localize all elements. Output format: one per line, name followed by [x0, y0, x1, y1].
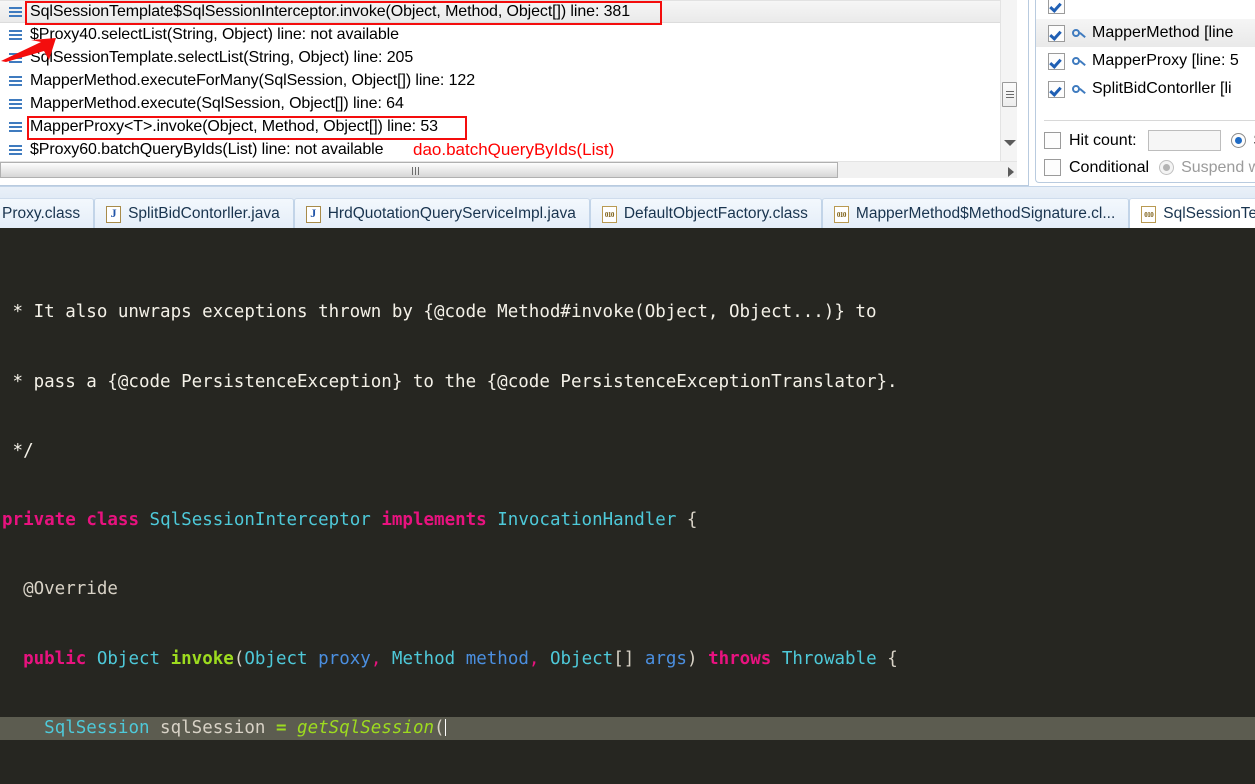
tab-label: SplitBidContorller.java: [128, 205, 280, 222]
suspend-thread-radio[interactable]: [1231, 133, 1247, 148]
code-line: */: [2, 440, 34, 461]
checkbox-icon[interactable]: [1048, 80, 1065, 98]
scroll-right-arrow-icon[interactable]: [1008, 167, 1014, 177]
breakpoint-label: SplitBidContorller [li: [1092, 80, 1232, 97]
tab-mappermethod-methodsignature-class[interactable]: MapperMethod$MethodSignature.cl...: [821, 198, 1130, 229]
suspend-when-radio[interactable]: [1159, 160, 1175, 175]
conditional-row: Conditional Suspend w: [1044, 154, 1255, 181]
stack-frame-icon: [8, 120, 23, 134]
hit-count-checkbox[interactable]: [1044, 132, 1061, 149]
tab-label: Proxy.class: [2, 205, 81, 222]
stack-vertical-scrollbar[interactable]: [1000, 0, 1017, 161]
class-file-icon: [833, 205, 849, 223]
stack-frame-label: MapperMethod.executeForMany(SqlSession, …: [30, 71, 475, 89]
scroll-down-arrow-icon[interactable]: [1004, 140, 1016, 146]
tab-strip: Proxy.class SplitBidContorller.java HrdQ…: [0, 198, 1255, 229]
breakpoints-panel: MapperMethod [line MapperProxy [line: 5 …: [1035, 0, 1255, 183]
tab-label: SqlSessionTemplat: [1163, 205, 1255, 222]
tab-defaultobjectfactory-class[interactable]: DefaultObjectFactory.class: [589, 198, 822, 229]
breakpoint-row[interactable]: SplitBidContorller [li: [1036, 75, 1255, 103]
hit-count-label: Hit count:: [1069, 131, 1137, 149]
stack-frame-label: MapperProxy<T>.invoke(Object, Method, Ob…: [30, 117, 438, 135]
top-panels: SqlSessionTemplate$SqlSessionInterceptor…: [0, 0, 1255, 186]
code-line: * It also unwraps exceptions thrown by {…: [2, 302, 877, 323]
stack-frame-row[interactable]: MapperMethod.execute(SqlSession, Object[…: [0, 92, 1006, 115]
stack-horizontal-scrollbar[interactable]: [0, 161, 1017, 178]
breakpoint-label: MapperProxy [line: 5: [1092, 52, 1239, 69]
stack-frame-list[interactable]: SqlSessionTemplate$SqlSessionInterceptor…: [0, 0, 1006, 161]
code-line: public Object invoke(Object proxy, Metho…: [23, 648, 898, 669]
stack-frame-label: SqlSessionTemplate$SqlSessionInterceptor…: [30, 2, 631, 20]
stack-frame-label: $Proxy60.batchQueryByIds(List) line: not…: [30, 140, 384, 158]
code-line: * pass a {@code PersistenceException} to…: [2, 371, 898, 392]
panel-divider: [1044, 120, 1255, 121]
code-editor[interactable]: * It also unwraps exceptions thrown by {…: [0, 228, 1255, 784]
code-line: private class SqlSessionInterceptor impl…: [2, 510, 698, 531]
stack-frame-row[interactable]: SqlSessionTemplate.selectList(String, Ob…: [0, 46, 1006, 69]
breakpoint-method-icon: [1071, 82, 1086, 97]
stack-frame-row[interactable]: MapperMethod.executeForMany(SqlSession, …: [0, 69, 1006, 92]
tab-sqlsessiontemplate-class[interactable]: SqlSessionTemplat: [1129, 198, 1255, 229]
tab-label: MapperMethod$MethodSignature.cl...: [855, 205, 1116, 222]
breakpoint-list[interactable]: MapperMethod [line MapperProxy [line: 5 …: [1036, 0, 1255, 103]
stack-frame-icon: [8, 5, 23, 19]
breakpoint-label: MapperMethod [line: [1092, 24, 1234, 41]
suspend-when-label: Suspend w: [1181, 158, 1255, 176]
scrollbar-thumb[interactable]: [0, 162, 838, 178]
breakpoint-options: Hit count: S Conditional Suspend w: [1044, 127, 1255, 181]
stack-frame-icon: [8, 143, 23, 157]
java-file-icon: [106, 205, 122, 223]
tab-hrdquotationqueryserviceimpl-java[interactable]: HrdQuotationQueryServiceImpl.java: [293, 198, 590, 229]
code-line-current: SqlSession sqlSession = getSqlSession(: [0, 716, 1255, 741]
class-file-icon: [1141, 205, 1157, 223]
stack-frame-icon: [8, 74, 23, 88]
breakpoint-method-icon: [1071, 54, 1086, 69]
code-line: @Override: [2, 579, 118, 600]
hit-count-row: Hit count: S: [1044, 127, 1255, 154]
stack-frame-row[interactable]: MapperProxy<T>.invoke(Object, Method, Ob…: [0, 115, 1006, 138]
conditional-checkbox[interactable]: [1044, 159, 1061, 176]
editor-tab-bar[interactable]: Proxy.class SplitBidContorller.java HrdQ…: [0, 186, 1255, 229]
stack-frame-row[interactable]: SqlSessionTemplate$SqlSessionInterceptor…: [0, 0, 1006, 23]
breakpoint-method-icon: [1071, 26, 1086, 41]
breakpoint-row[interactable]: MapperMethod [line: [1036, 19, 1255, 47]
tab-label: DefaultObjectFactory.class: [623, 205, 808, 222]
hit-count-input[interactable]: [1147, 130, 1222, 151]
tab-splitbidcontorller-java[interactable]: SplitBidContorller.java: [94, 198, 294, 229]
stack-frame-label: MapperMethod.execute(SqlSession, Object[…: [30, 94, 404, 112]
stack-frame-row[interactable]: $Proxy40.selectList(String, Object) line…: [0, 23, 1006, 46]
checkbox-icon[interactable]: [1048, 0, 1065, 14]
scrollbar-thumb[interactable]: [1002, 82, 1017, 107]
conditional-label: Conditional: [1069, 158, 1150, 176]
breakpoint-row-partial[interactable]: [1036, 0, 1255, 19]
stack-frame-label: $Proxy40.selectList(String, Object) line…: [30, 25, 399, 43]
debug-stack-panel: SqlSessionTemplate$SqlSessionInterceptor…: [0, 0, 1029, 186]
red-arrow-annotation: [1, 38, 56, 62]
tab-label: HrdQuotationQueryServiceImpl.java: [327, 205, 576, 222]
annotation-label: dao.batchQueryByIds(List): [413, 140, 615, 159]
code-content: * It also unwraps exceptions thrown by {…: [0, 232, 1255, 784]
checkbox-icon[interactable]: [1048, 24, 1065, 42]
stack-frame-label: SqlSessionTemplate.selectList(String, Ob…: [30, 48, 414, 66]
stack-frame-icon: [8, 97, 23, 111]
breakpoint-row[interactable]: MapperProxy [line: 5: [1036, 47, 1255, 75]
class-file-icon: [601, 205, 617, 223]
java-file-icon: [305, 205, 321, 223]
checkbox-icon[interactable]: [1048, 52, 1065, 70]
tab-proxy-class[interactable]: Proxy.class: [0, 198, 95, 229]
